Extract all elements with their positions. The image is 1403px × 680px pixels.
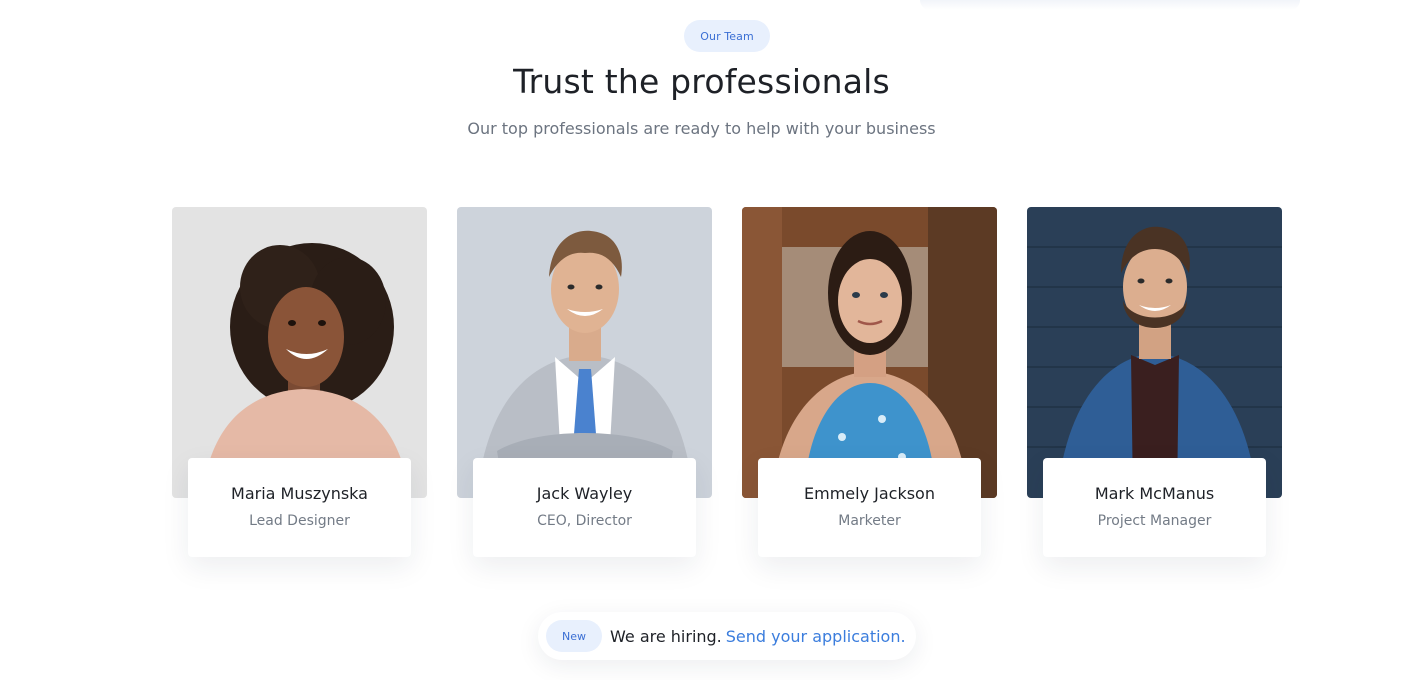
section-title: Trust the professionals xyxy=(513,62,890,101)
team-card[interactable]: Maria Muszynska Lead Designer xyxy=(172,207,427,557)
section-subtitle: Our top professionals are ready to help … xyxy=(467,119,936,138)
team-card-info: Jack Wayley CEO, Director xyxy=(473,458,696,557)
team-member-photo xyxy=(457,207,712,498)
team-card-info: Emmely Jackson Marketer xyxy=(758,458,981,557)
team-member-name: Maria Muszynska xyxy=(231,484,368,503)
section-eyebrow-badge: Our Team xyxy=(684,20,770,52)
team-member-photo xyxy=(742,207,997,498)
team-member-name: Jack Wayley xyxy=(536,484,633,503)
send-application-link[interactable]: Send your application. xyxy=(726,627,906,646)
new-badge: New xyxy=(546,620,602,652)
team-card[interactable]: Emmely Jackson Marketer xyxy=(742,207,997,557)
team-card-info: Mark McManus Project Manager xyxy=(1043,458,1266,557)
team-member-role: Lead Designer xyxy=(249,513,350,529)
team-member-name: Emmely Jackson xyxy=(804,484,935,503)
team-member-role: Marketer xyxy=(838,513,901,529)
team-member-photo xyxy=(1027,207,1282,498)
team-member-role: CEO, Director xyxy=(537,513,632,529)
team-card[interactable]: Jack Wayley CEO, Director xyxy=(457,207,712,557)
hiring-banner: New We are hiring. Send your application… xyxy=(538,612,916,660)
team-member-photo xyxy=(172,207,427,498)
team-section: Our Team Trust the professionals Our top… xyxy=(0,0,1403,680)
team-card-info: Maria Muszynska Lead Designer xyxy=(188,458,411,557)
hiring-text: We are hiring. xyxy=(610,626,722,646)
team-member-name: Mark McManus xyxy=(1094,484,1215,503)
header-shadow xyxy=(920,0,1300,10)
team-card[interactable]: Mark McManus Project Manager xyxy=(1027,207,1282,557)
team-member-role: Project Manager xyxy=(1097,513,1212,529)
